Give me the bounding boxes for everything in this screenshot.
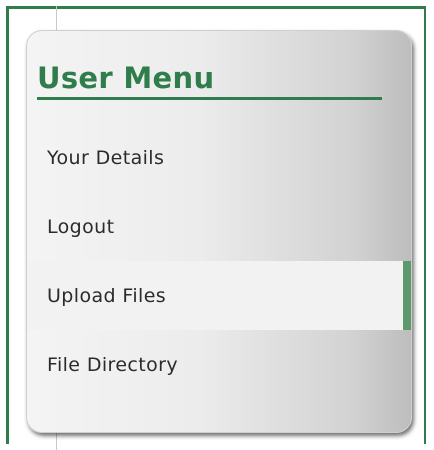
user-menu-list: Your Details Logout Upload Files File Di… (27, 123, 411, 399)
menu-item-logout[interactable]: Logout (27, 192, 411, 261)
menu-item-file-directory[interactable]: File Directory (27, 330, 411, 399)
user-menu-panel: User Menu Your Details Logout Upload Fil… (26, 30, 412, 433)
column-guide-bottom (56, 430, 57, 450)
user-menu-title: User Menu (37, 59, 382, 100)
column-guide-top (56, 6, 57, 30)
menu-item-your-details[interactable]: Your Details (27, 123, 411, 192)
menu-item-upload-files[interactable]: Upload Files (27, 261, 411, 330)
